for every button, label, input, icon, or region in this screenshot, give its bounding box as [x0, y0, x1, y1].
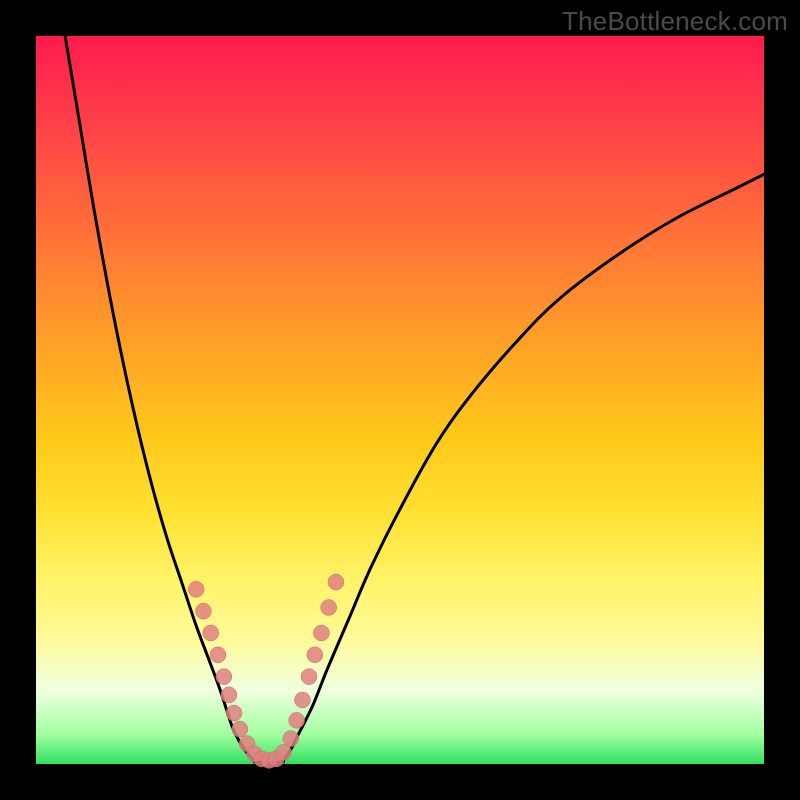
- accent-dot: [276, 744, 292, 760]
- accent-dots-group: [188, 574, 344, 768]
- accent-dot: [328, 574, 344, 590]
- accent-dot: [188, 581, 204, 597]
- accent-dot: [289, 712, 305, 728]
- accent-dot: [294, 692, 310, 708]
- accent-dot: [195, 603, 211, 619]
- curve-svg: [36, 36, 764, 764]
- left-branch-curve: [65, 36, 254, 760]
- accent-dot: [307, 647, 323, 663]
- accent-dot: [321, 599, 337, 615]
- accent-dot: [226, 705, 242, 721]
- chart-frame: TheBottleneck.com: [0, 0, 800, 800]
- accent-dot: [283, 731, 299, 747]
- accent-dot: [301, 669, 317, 685]
- accent-dot: [216, 669, 232, 685]
- accent-dot: [221, 687, 237, 703]
- accent-dot: [203, 625, 219, 641]
- right-branch-curve: [284, 174, 764, 760]
- accent-dot: [232, 721, 248, 737]
- watermark-label: TheBottleneck.com: [562, 6, 788, 37]
- accent-dot: [210, 647, 226, 663]
- accent-dot: [313, 625, 329, 641]
- plot-area: [36, 36, 764, 764]
